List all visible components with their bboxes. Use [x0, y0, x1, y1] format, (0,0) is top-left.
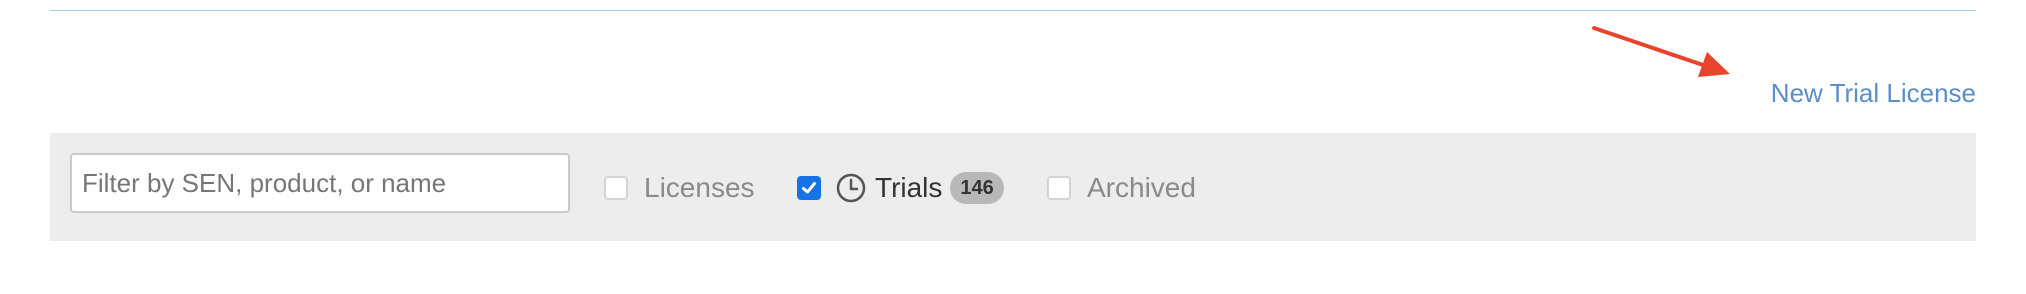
licenses-filter-option[interactable]: Licenses [604, 170, 755, 206]
checkmark-icon [802, 182, 816, 194]
filter-search-input[interactable] [70, 153, 570, 213]
top-divider [50, 10, 1976, 11]
licenses-label: Licenses [644, 172, 755, 203]
clock-icon [836, 173, 866, 203]
archived-label: Archived [1087, 172, 1196, 203]
page: New Trial License Licenses Trials 146 Ar… [0, 0, 2026, 294]
archived-checkbox[interactable] [1047, 176, 1071, 200]
filter-bar: Licenses Trials 146 Archived [50, 133, 1976, 241]
licenses-checkbox[interactable] [604, 176, 628, 200]
trials-filter-option[interactable]: Trials 146 [797, 170, 1004, 206]
annotation-arrow-icon [1592, 26, 1730, 77]
trials-checkbox[interactable] [797, 176, 821, 200]
new-trial-license-link[interactable]: New Trial License [1771, 78, 1976, 109]
archived-filter-option[interactable]: Archived [1047, 170, 1196, 206]
trials-count-badge: 146 [950, 172, 1004, 204]
trials-label: Trials [875, 172, 943, 203]
